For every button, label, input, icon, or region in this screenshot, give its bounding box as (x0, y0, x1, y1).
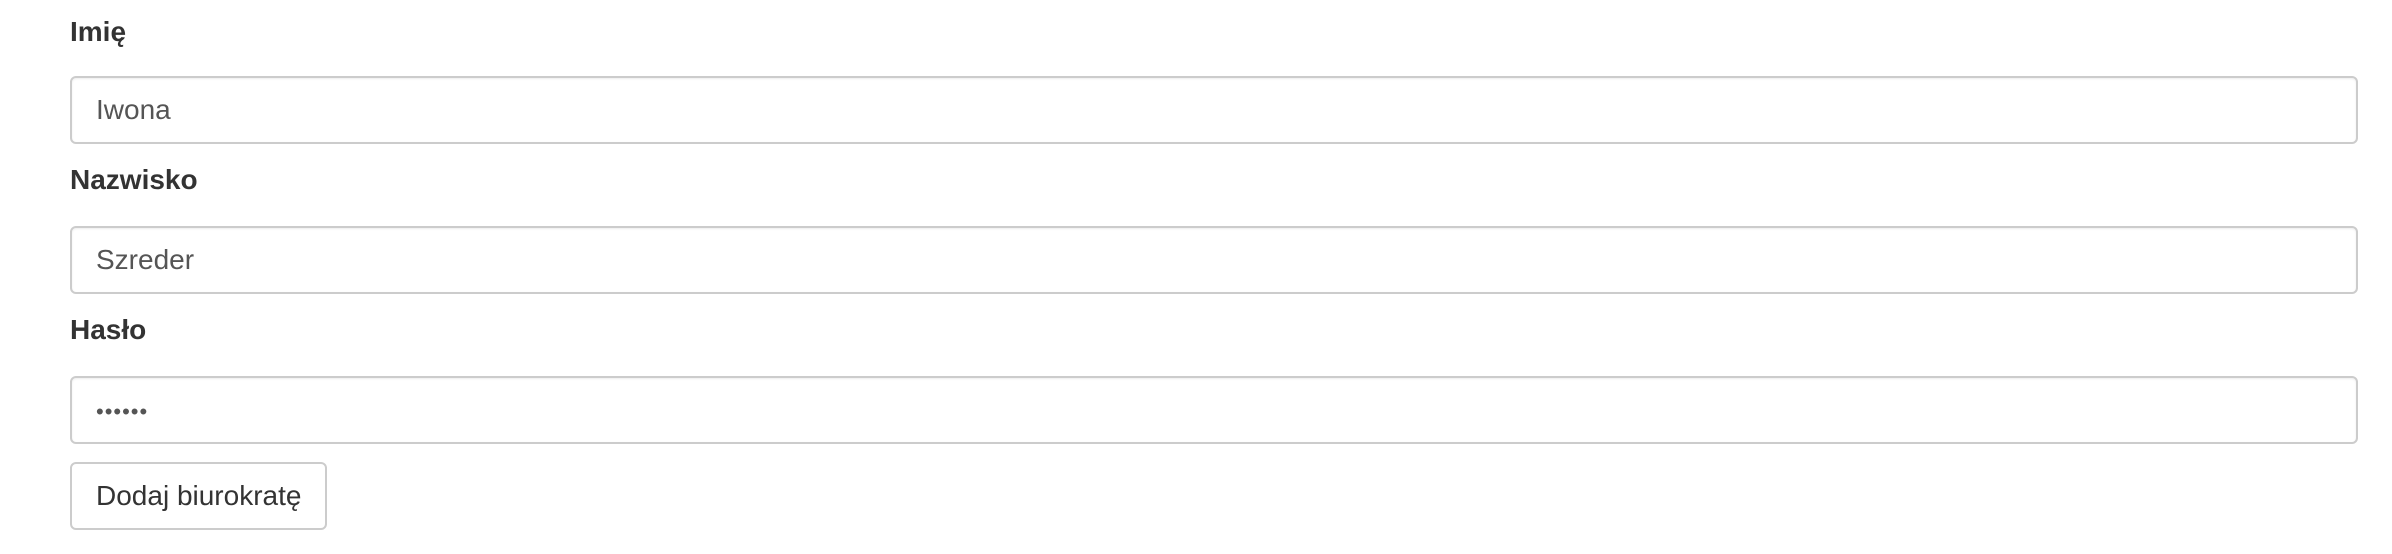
last-name-input[interactable]: Szreder (70, 226, 2358, 294)
password-label: Hasło (70, 314, 147, 345)
first-name-input[interactable]: Iwona (70, 76, 2358, 144)
password-group: Hasło •••••• (70, 314, 2358, 444)
last-name-label: Nazwisko (70, 164, 198, 195)
submit-row: Dodaj biurokratę (70, 462, 328, 530)
first-name-label: Imię (70, 16, 127, 47)
first-name-value: Iwona (96, 94, 171, 125)
last-name-value: Szreder (96, 244, 195, 275)
first-name-group: Imię Iwona (70, 16, 2358, 144)
add-bureaucrat-button[interactable]: Dodaj biurokratę (70, 462, 328, 530)
password-value: •••••• (96, 399, 149, 424)
password-input[interactable]: •••••• (70, 376, 2358, 444)
last-name-group: Nazwisko Szreder (70, 164, 2358, 294)
